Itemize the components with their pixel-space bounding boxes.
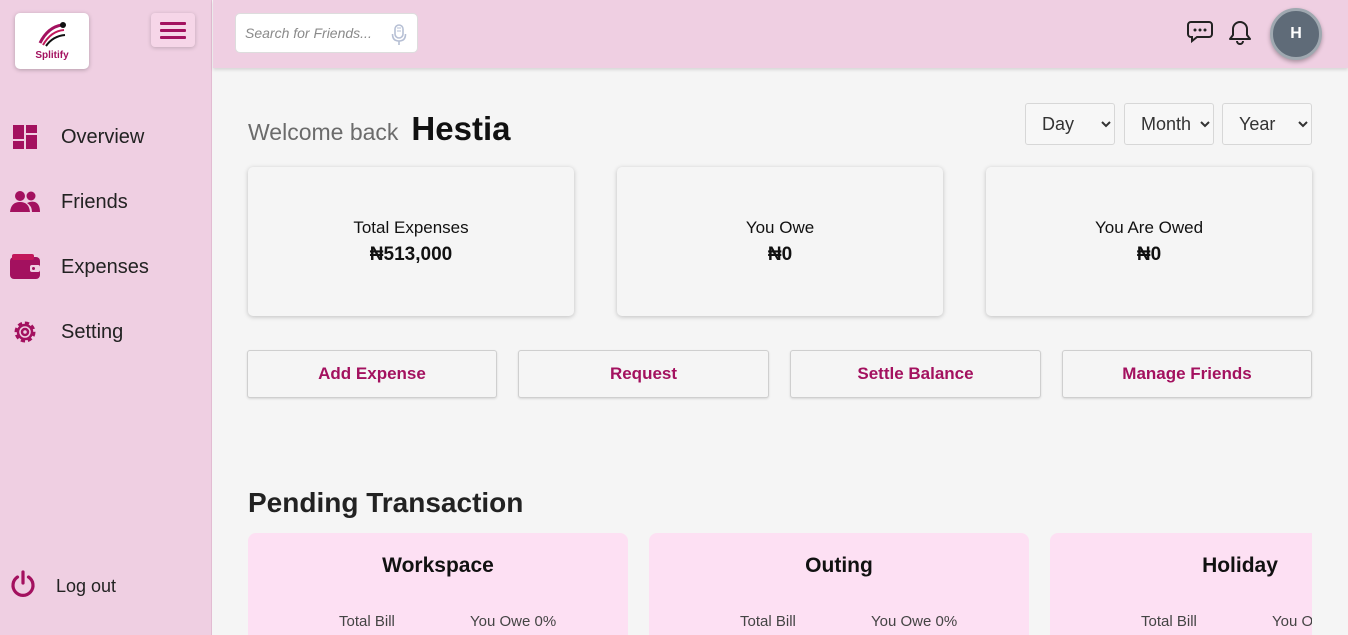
bell-icon[interactable]: [1229, 20, 1251, 51]
sidebar: Splitify Overview Friends Expenses Setti…: [0, 0, 212, 635]
app-logo[interactable]: Splitify: [15, 13, 89, 69]
stat-title: You Owe: [745, 217, 815, 237]
card-you-owe: You Owe 0%: [470, 613, 557, 630]
card-title: Workspace: [382, 554, 494, 577]
stat-value: ₦513,000: [369, 243, 453, 265]
settle-balance-button[interactable]: Settle Balance: [790, 350, 1041, 398]
avatar[interactable]: H: [1270, 8, 1322, 60]
user-name: Hestia: [411, 110, 511, 147]
sidebar-item-friends[interactable]: Friends: [10, 184, 128, 220]
card-you-owe: You Owe 0%: [871, 613, 958, 630]
microphone-icon[interactable]: [391, 24, 407, 51]
add-expense-button[interactable]: Add Expense: [247, 350, 497, 398]
sidebar-item-overview[interactable]: Overview: [10, 119, 144, 155]
menu-toggle-button[interactable]: [151, 13, 195, 47]
logout-label: Log out: [56, 576, 117, 596]
logo-text: Splitify: [35, 50, 69, 61]
card-total-bill: Total Bill: [740, 613, 796, 630]
welcome-heading: Welcome back Hestia: [248, 110, 510, 148]
splitify-logo-icon: [38, 22, 66, 47]
sidebar-item-label: Setting: [61, 320, 124, 343]
card-title: Holiday: [1202, 554, 1278, 577]
pending-transactions-list: Workspace Total Bill You Owe 0% Outing T…: [248, 533, 1312, 635]
pending-card-holiday[interactable]: Holiday Total Bill You Owe 0%: [1050, 533, 1312, 635]
power-icon: [10, 570, 36, 603]
pending-card-workspace[interactable]: Workspace Total Bill You Owe 0%: [248, 533, 628, 635]
people-icon: [10, 187, 40, 217]
year-select[interactable]: Year: [1222, 103, 1312, 145]
search-input[interactable]: [245, 25, 383, 41]
pending-card-outing[interactable]: Outing Total Bill You Owe 0%: [649, 533, 1029, 635]
welcome-label: Welcome back: [248, 119, 399, 145]
hamburger-icon: [160, 22, 186, 39]
search-box: [235, 13, 418, 53]
gear-icon: [10, 317, 40, 347]
sidebar-item-label: Friends: [61, 190, 128, 213]
sidebar-item-label: Overview: [61, 125, 145, 148]
you-owe-card: You Owe ₦0: [617, 167, 943, 316]
card-total-bill: Total Bill: [339, 613, 395, 630]
wallet-icon: [10, 252, 40, 282]
top-header: H: [213, 0, 1348, 68]
sidebar-item-setting[interactable]: Setting: [10, 314, 123, 350]
stat-value: ₦0: [1136, 243, 1162, 265]
month-select[interactable]: Month: [1124, 103, 1214, 145]
dashboard-icon: [10, 122, 40, 152]
you-are-owed-card: You Are Owed ₦0: [986, 167, 1312, 316]
chat-icon[interactable]: [1187, 20, 1213, 49]
card-you-owe: You Owe 0%: [1272, 613, 1312, 630]
stat-title: Total Expenses: [353, 217, 469, 237]
day-select[interactable]: Day: [1025, 103, 1115, 145]
card-title: Outing: [805, 554, 873, 577]
total-expenses-card: Total Expenses ₦513,000: [248, 167, 574, 316]
stat-value: ₦0: [767, 243, 793, 265]
card-total-bill: Total Bill: [1141, 613, 1197, 630]
request-button[interactable]: Request: [518, 350, 769, 398]
sidebar-item-label: Expenses: [61, 255, 149, 278]
logout-button[interactable]: Log out: [10, 570, 116, 603]
sidebar-item-expenses[interactable]: Expenses: [10, 249, 149, 285]
manage-friends-button[interactable]: Manage Friends: [1062, 350, 1312, 398]
pending-transaction-heading: Pending Transaction: [248, 487, 524, 518]
stat-title: You Are Owed: [1094, 217, 1204, 237]
